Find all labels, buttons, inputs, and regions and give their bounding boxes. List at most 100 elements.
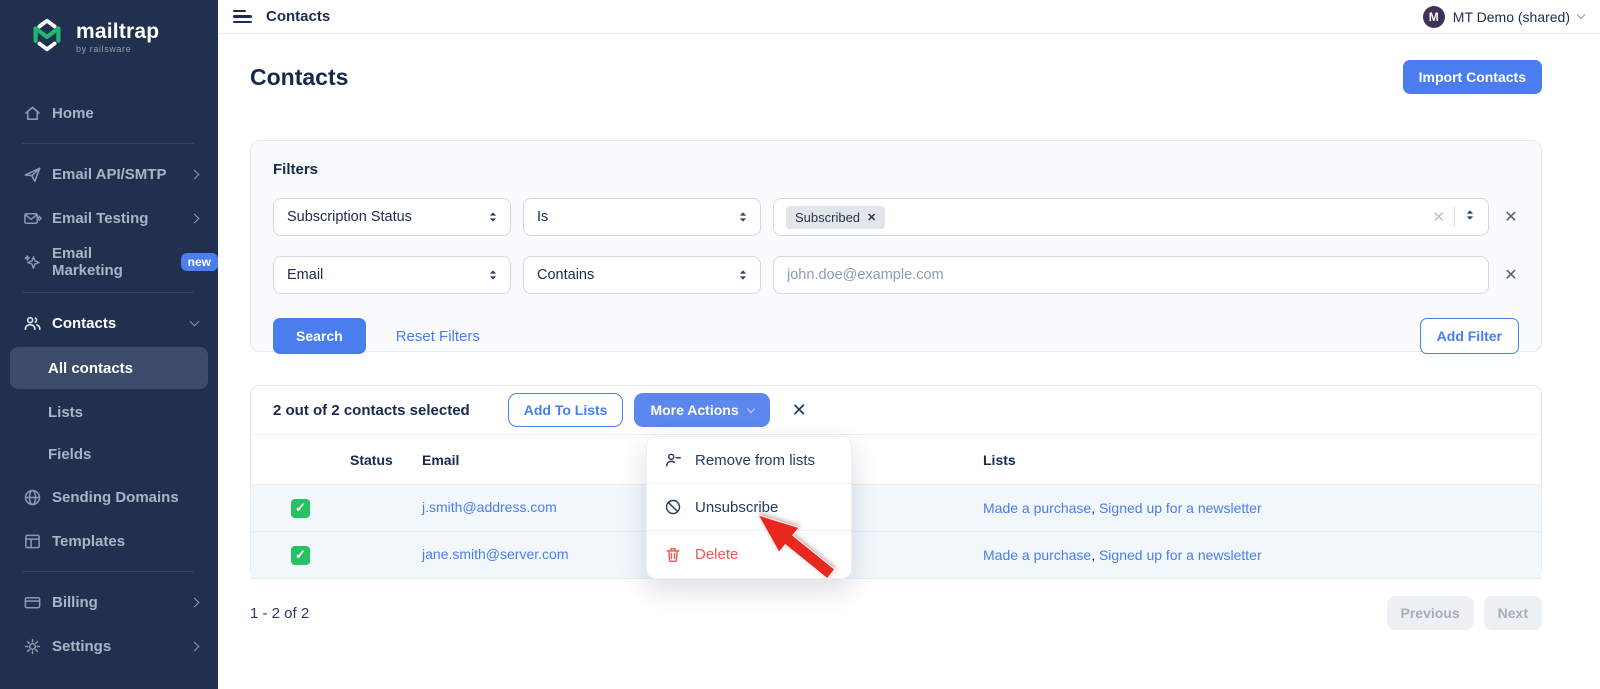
sidebar-item-lists[interactable]: Lists xyxy=(0,391,218,433)
template-icon xyxy=(22,531,42,551)
sidebar-item-label: Billing xyxy=(52,593,98,611)
person-minus-icon xyxy=(664,451,682,469)
table-row[interactable]: ✓ jane.smith@server.com Made a purchase,… xyxy=(251,532,1541,579)
search-button[interactable]: Search xyxy=(273,318,366,354)
filters-panel: Filters Subscription Status Is Subscribe… xyxy=(250,140,1542,354)
chevron-right-icon xyxy=(189,169,200,179)
clear-selection-icon[interactable]: ✕ xyxy=(792,400,807,421)
sidebar-item-contacts[interactable]: Contacts xyxy=(0,301,218,345)
sidebar-item-label: Home xyxy=(52,104,94,122)
chevron-right-icon xyxy=(189,213,200,223)
sidebar-item-label: Settings xyxy=(52,637,112,655)
sidebar-item-label: Email API/SMTP xyxy=(52,165,167,183)
remove-filter-row-icon[interactable]: ✕ xyxy=(1503,265,1519,285)
list-link[interactable]: Made a purchase xyxy=(983,500,1091,516)
filter-operator-select[interactable]: Contains xyxy=(523,256,761,294)
select-updown-icon[interactable] xyxy=(1464,208,1476,226)
sidebar-divider xyxy=(22,143,194,144)
filter-value-multiselect[interactable]: Subscribed ✕ ✕ xyxy=(773,198,1489,236)
import-contacts-button[interactable]: Import Contacts xyxy=(1402,60,1542,94)
sparkles-icon xyxy=(22,252,42,272)
divider xyxy=(1454,207,1455,227)
table-row[interactable]: ✓ j.smith@address.com Made a purchase, S… xyxy=(251,485,1541,532)
select-updown-icon xyxy=(487,211,499,227)
menu-item-label: Remove from lists xyxy=(695,451,816,469)
sidebar-item-all-contacts[interactable]: All contacts xyxy=(10,347,208,389)
sidebar-item-label: All contacts xyxy=(48,359,134,377)
selection-count-text: 2 out of 2 contacts selected xyxy=(273,401,470,419)
sidebar-item-email-api[interactable]: Email API/SMTP xyxy=(0,152,218,196)
row-checkbox-checked[interactable]: ✓ xyxy=(291,545,310,565)
selection-bar: 2 out of 2 contacts selected Add To List… xyxy=(251,386,1541,435)
mailtrap-logo[interactable]: mailtrap by railsware xyxy=(0,0,218,73)
menu-item-label: Unsubscribe xyxy=(695,498,779,516)
menu-item-delete[interactable]: Delete xyxy=(647,531,851,578)
credit-card-icon xyxy=(22,592,42,612)
sidebar-item-fields[interactable]: Fields xyxy=(0,433,218,475)
contact-lists-cell: Made a purchase, Signed up for a newslet… xyxy=(983,500,1541,516)
sidebar-item-sending-domains[interactable]: Sending Domains xyxy=(0,475,218,519)
contact-email-link[interactable]: jane.smith@server.com xyxy=(422,546,568,562)
new-badge: new xyxy=(180,253,218,271)
sidebar-item-label: Templates xyxy=(52,532,126,550)
reset-filters-link[interactable]: Reset Filters xyxy=(396,328,480,345)
filter-field-select[interactable]: Email xyxy=(273,256,511,294)
select-value: Contains xyxy=(537,267,595,283)
sidebar-item-label: Email Marketing xyxy=(52,245,123,279)
remove-filter-row-icon[interactable]: ✕ xyxy=(1503,207,1519,227)
filter-row: Email Contains ✕ xyxy=(273,256,1519,294)
table-header-row: Status Email Lists xyxy=(251,435,1541,485)
contact-email-link[interactable]: j.smith@address.com xyxy=(422,499,557,515)
filter-value-input[interactable] xyxy=(773,256,1489,294)
sidebar-divider xyxy=(22,292,194,293)
menu-item-remove-from-lists[interactable]: Remove from lists xyxy=(647,437,851,484)
sidebar-item-billing[interactable]: Billing xyxy=(0,580,218,624)
contact-lists-cell: Made a purchase, Signed up for a newslet… xyxy=(983,547,1541,563)
more-actions-label: More Actions xyxy=(650,402,739,418)
sidebar-item-label: Email Testing xyxy=(52,209,149,227)
clear-value-icon[interactable]: ✕ xyxy=(1432,208,1445,226)
row-checkbox-checked[interactable]: ✓ xyxy=(291,498,310,518)
list-separator: , xyxy=(1091,547,1099,563)
add-to-lists-button[interactable]: Add To Lists xyxy=(507,393,624,427)
select-value: Is xyxy=(537,209,549,225)
sidebar-item-email-testing[interactable]: Email Testing xyxy=(0,196,218,240)
add-filter-button[interactable]: Add Filter xyxy=(1419,318,1519,354)
chip-remove-icon[interactable]: ✕ xyxy=(867,211,876,224)
main-content: Contacts Import Contacts Filters Subscri… xyxy=(218,34,1600,689)
column-header-status: Status xyxy=(350,451,393,468)
slash-circle-icon xyxy=(664,498,682,516)
filter-field-select[interactable]: Subscription Status xyxy=(273,198,511,236)
chevron-right-icon xyxy=(189,597,200,607)
logo-byline: by railsware xyxy=(76,43,132,54)
menu-item-label: Delete xyxy=(695,546,739,563)
pagination: 1 - 2 of 2 Previous Next xyxy=(250,596,1542,630)
sidebar-item-label: Lists xyxy=(48,403,84,421)
account-name[interactable]: MT Demo (shared) xyxy=(1453,9,1570,25)
logo-name: mailtrap xyxy=(76,19,160,43)
sidebar-item-settings[interactable]: Settings xyxy=(0,624,218,668)
breadcrumb: Contacts xyxy=(266,8,331,25)
sidebar-item-label: Sending Domains xyxy=(52,488,179,506)
list-separator: , xyxy=(1091,500,1099,516)
select-updown-icon xyxy=(487,269,499,285)
sidebar-item-email-marketing[interactable]: Email Marketing new xyxy=(0,240,218,284)
next-page-button[interactable]: Next xyxy=(1483,596,1542,630)
previous-page-button[interactable]: Previous xyxy=(1386,596,1474,630)
sidebar-item-home[interactable]: Home xyxy=(0,91,218,135)
list-link[interactable]: Made a purchase xyxy=(983,547,1091,563)
filter-operator-select[interactable]: Is xyxy=(523,198,761,236)
filter-row: Subscription Status Is Subscribed ✕ ✕ ✕ xyxy=(273,198,1519,236)
more-actions-button[interactable]: More Actions xyxy=(634,393,770,427)
envelope-icon xyxy=(22,208,42,228)
sidebar-toggle-icon[interactable] xyxy=(233,10,252,23)
list-link[interactable]: Signed up for a newsletter xyxy=(1099,547,1262,563)
menu-item-unsubscribe[interactable]: Unsubscribe xyxy=(647,484,851,531)
avatar[interactable]: M xyxy=(1422,5,1445,28)
list-link[interactable]: Signed up for a newsletter xyxy=(1099,500,1262,516)
sidebar-item-templates[interactable]: Templates xyxy=(0,519,218,563)
chevron-down-icon[interactable] xyxy=(1576,10,1586,20)
page-title: Contacts xyxy=(250,63,349,90)
sidebar-item-label: Contacts xyxy=(52,314,117,332)
chevron-down-icon xyxy=(189,316,200,327)
